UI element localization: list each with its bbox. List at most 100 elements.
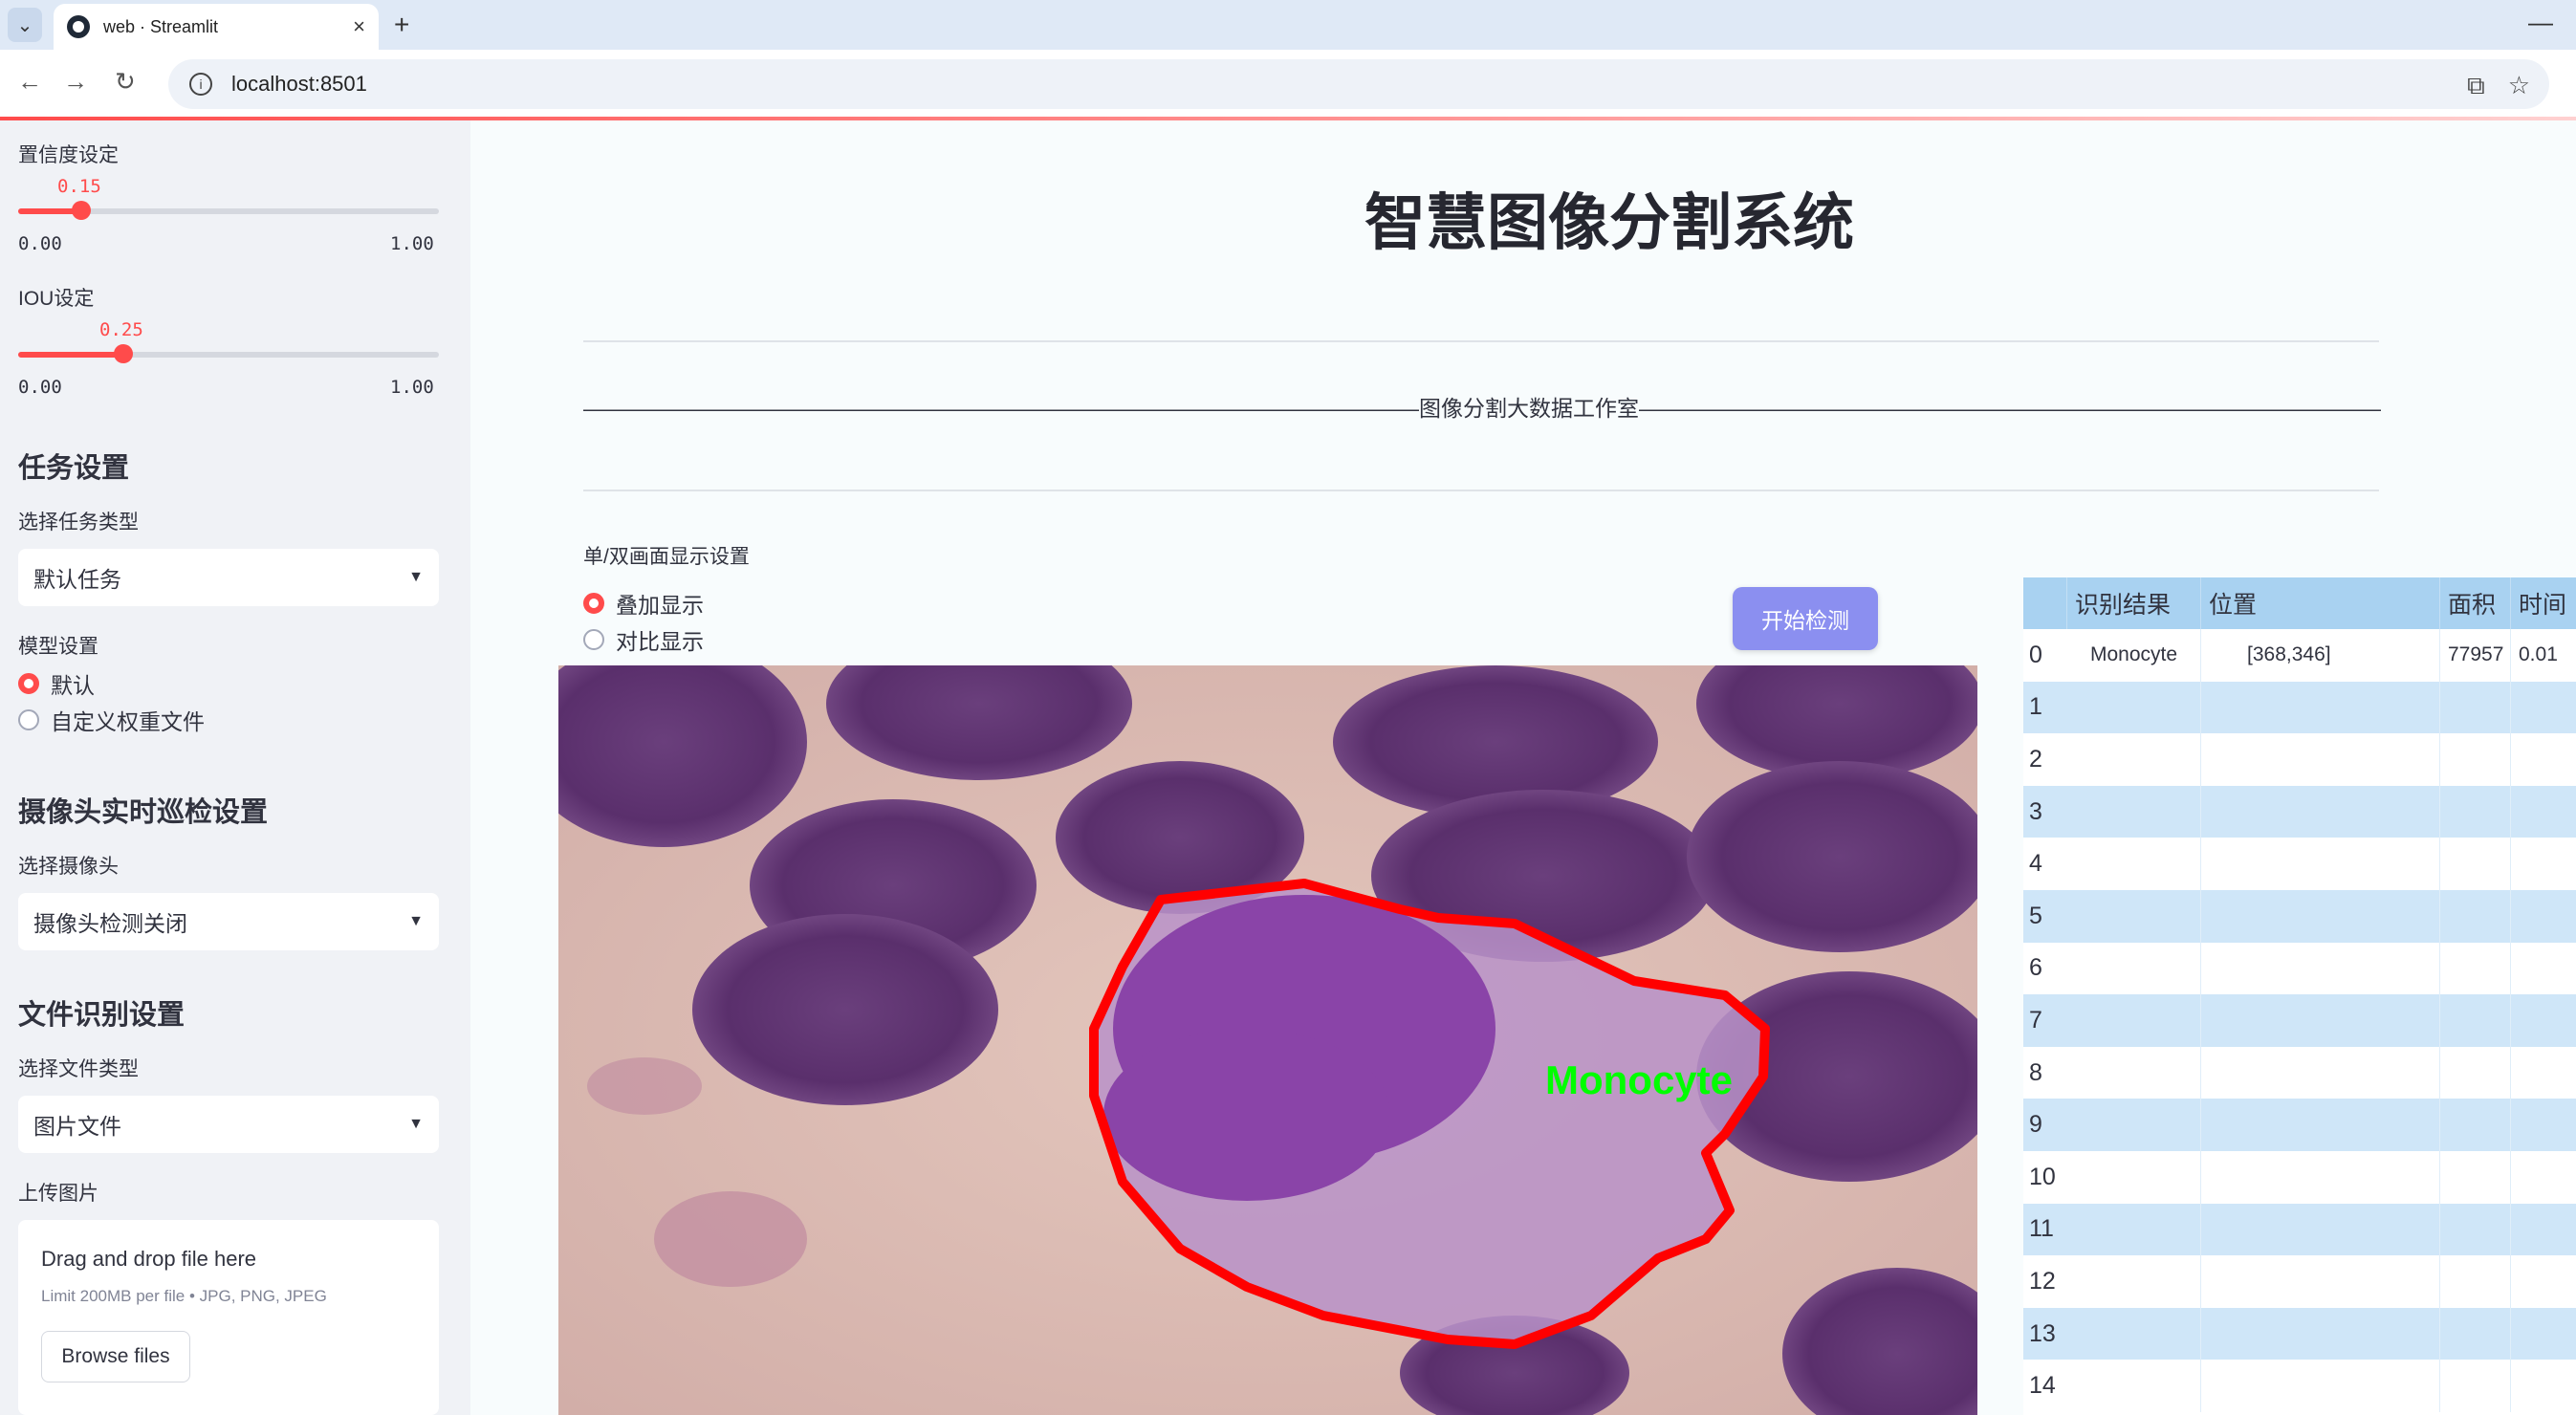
cell-position bbox=[2201, 1099, 2440, 1151]
row-index: 9 bbox=[2023, 1099, 2067, 1151]
divider bbox=[583, 340, 2379, 342]
column-header-result[interactable]: 识别结果 bbox=[2067, 577, 2201, 629]
radio-unselected-icon[interactable] bbox=[583, 629, 604, 650]
cell-result bbox=[2067, 733, 2201, 786]
row-index: 14 bbox=[2029, 1372, 2056, 1400]
table-row[interactable]: 11 bbox=[2023, 1203, 2576, 1256]
cell-position bbox=[2201, 1151, 2440, 1204]
sidebar: 置信度设定 0.15 0.00 1.00 IOU设定 0.25 0.00 1.0… bbox=[0, 120, 470, 1415]
row-index: 6 bbox=[2029, 954, 2042, 982]
task-select[interactable]: 默认任务 ▼ bbox=[18, 549, 439, 606]
caret-down-icon: ▼ bbox=[408, 1116, 424, 1132]
table-row[interactable]: 13 bbox=[2023, 1307, 2576, 1361]
model-option-label: 默认 bbox=[51, 673, 95, 698]
cell-area bbox=[2440, 890, 2511, 943]
table-row[interactable]: 2 bbox=[2023, 733, 2576, 786]
browser-tab[interactable]: web · Streamlit × bbox=[54, 4, 379, 50]
table-row[interactable]: 9 bbox=[2023, 1099, 2576, 1151]
close-tab-icon[interactable]: × bbox=[353, 14, 365, 39]
cell-position bbox=[2201, 785, 2440, 838]
table-row[interactable]: 8 bbox=[2023, 1046, 2576, 1099]
camera-select-value: 摄像头检测关闭 bbox=[33, 911, 187, 936]
forward-arrow-icon[interactable]: → bbox=[63, 67, 88, 97]
confidence-slider-thumb[interactable] bbox=[72, 201, 91, 220]
confidence-slider[interactable] bbox=[18, 201, 439, 220]
confidence-value: 0.15 bbox=[57, 176, 101, 197]
cell-position bbox=[2201, 1255, 2440, 1308]
back-arrow-icon[interactable]: ← bbox=[17, 67, 42, 97]
table-row[interactable]: 5 bbox=[2023, 890, 2576, 943]
table-row[interactable]: 7 bbox=[2023, 994, 2576, 1047]
display-option-label: 对比显示 bbox=[616, 629, 704, 654]
cell-result: Monocyte bbox=[2067, 629, 2201, 682]
column-header-position[interactable]: 位置 bbox=[2201, 577, 2440, 629]
cell-time bbox=[2511, 682, 2576, 734]
results-table[interactable]: 识别结果 位置 面积 时间 0 Monocyte [368,346] 77957 0.0… bbox=[2023, 577, 2576, 1415]
upload-limit-text: Limit 200MB per file • JPG, PNG, JPEG bbox=[41, 1287, 327, 1305]
task-heading: 任务设置 bbox=[18, 453, 130, 484]
display-option-compare[interactable]: 对比显示 bbox=[583, 623, 704, 656]
table-row[interactable]: 14 bbox=[2023, 1360, 2576, 1412]
cell-area bbox=[2440, 1360, 2511, 1412]
cell-time bbox=[2511, 1047, 2576, 1099]
tab-bar: ⌄ web · Streamlit × + — bbox=[0, 0, 2576, 50]
tab-title: web · Streamlit bbox=[103, 16, 219, 36]
cell-position bbox=[2201, 890, 2440, 943]
minimize-window-button[interactable]: — bbox=[2528, 8, 2553, 37]
column-header-area[interactable]: 面积 bbox=[2440, 577, 2511, 629]
row-index: 13 bbox=[2023, 1307, 2067, 1361]
camera-select-label: 选择摄像头 bbox=[18, 856, 119, 878]
row-index: 12 bbox=[2029, 1267, 2056, 1295]
cell-time bbox=[2511, 1255, 2576, 1308]
table-row[interactable]: 12 bbox=[2023, 1255, 2576, 1308]
cell-result bbox=[2067, 890, 2201, 943]
cell-position bbox=[2201, 1307, 2440, 1361]
cell-position bbox=[2201, 994, 2440, 1047]
display-option-label: 叠加显示 bbox=[616, 593, 704, 618]
cell-position bbox=[2201, 681, 2440, 734]
file-select[interactable]: 图片文件 ▼ bbox=[18, 1096, 439, 1153]
task-select-value: 默认任务 bbox=[33, 567, 121, 592]
caret-down-icon: ▼ bbox=[408, 569, 424, 585]
iou-max: 1.00 bbox=[390, 377, 434, 398]
column-header-time[interactable]: 时间 bbox=[2511, 577, 2576, 629]
radio-unselected-icon[interactable] bbox=[18, 709, 39, 730]
cell-time bbox=[2511, 1360, 2576, 1412]
browse-files-button[interactable]: Browse files bbox=[41, 1331, 190, 1382]
bookmark-star-icon[interactable]: ☆ bbox=[2508, 71, 2530, 101]
reload-icon[interactable]: ↻ bbox=[115, 67, 136, 97]
table-row[interactable]: 0 Monocyte [368,346] 77957 0.01 bbox=[2023, 629, 2576, 682]
table-row[interactable]: 10 bbox=[2023, 1151, 2576, 1204]
radio-selected-icon[interactable] bbox=[18, 673, 39, 694]
cell-result bbox=[2067, 1046, 2201, 1099]
table-row[interactable]: 6 bbox=[2023, 942, 2576, 995]
caret-down-icon: ▼ bbox=[408, 913, 424, 929]
camera-heading: 摄像头实时巡检设置 bbox=[18, 797, 269, 828]
translate-icon[interactable]: ⧉ bbox=[2467, 71, 2485, 101]
camera-select[interactable]: 摄像头检测关闭 ▼ bbox=[18, 893, 439, 950]
file-uploader-dropzone[interactable]: Drag and drop file here Limit 200MB per … bbox=[18, 1220, 439, 1415]
confidence-max: 1.00 bbox=[390, 233, 434, 254]
radio-selected-icon[interactable] bbox=[583, 593, 604, 614]
model-option-default[interactable]: 默认 bbox=[18, 667, 95, 700]
iou-slider-thumb[interactable] bbox=[114, 344, 133, 363]
table-row[interactable]: 1 bbox=[2023, 681, 2576, 734]
cell-area bbox=[2440, 1046, 2511, 1099]
site-info-icon[interactable]: i bbox=[189, 73, 212, 96]
table-row[interactable]: 3 bbox=[2023, 785, 2576, 838]
iou-value: 0.25 bbox=[99, 319, 143, 340]
row-index: 8 bbox=[2029, 1058, 2042, 1086]
model-option-custom[interactable]: 自定义权重文件 bbox=[18, 704, 205, 736]
address-bar[interactable]: i localhost:8501 ⧉ ☆ bbox=[168, 59, 2549, 109]
display-option-overlay[interactable]: 叠加显示 bbox=[583, 587, 704, 620]
new-tab-button[interactable]: + bbox=[394, 10, 409, 40]
iou-slider[interactable] bbox=[18, 344, 439, 363]
start-detection-button[interactable]: 开始检测 bbox=[1733, 587, 1878, 650]
cell-area bbox=[2440, 681, 2511, 734]
table-row[interactable]: 4 bbox=[2023, 838, 2576, 890]
segmentation-result-image: Monocyte bbox=[558, 665, 1977, 1415]
cell-time bbox=[2511, 733, 2576, 786]
cell-area bbox=[2440, 733, 2511, 786]
cell-position bbox=[2201, 1046, 2440, 1099]
tab-search-button[interactable]: ⌄ bbox=[8, 8, 42, 42]
